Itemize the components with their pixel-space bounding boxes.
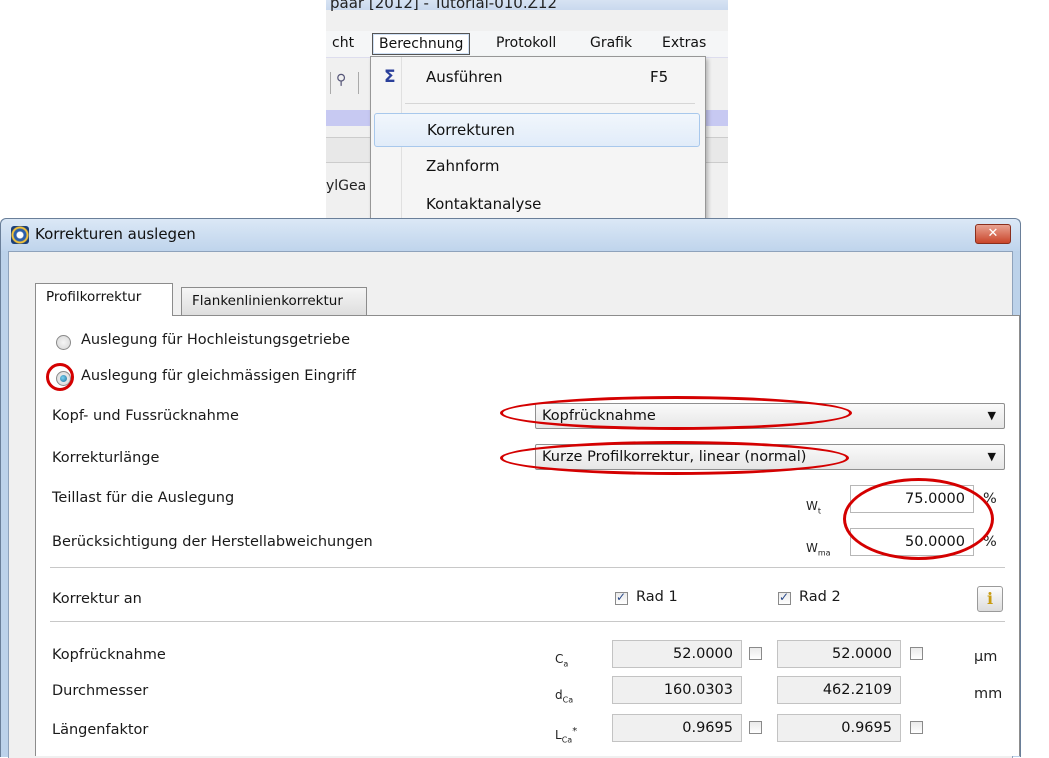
laengenfaktor-rad2-field[interactable]: 0.9695 — [777, 714, 901, 742]
durchmesser-rad1-field[interactable]: 160.0303 — [612, 676, 742, 704]
dialog-titlebar[interactable]: Korrekturen auslegen ✕ — [1, 219, 1020, 251]
menu-bar: cht Berechnung Protokoll Grafik Extras — [326, 31, 728, 58]
durchmesser-symbol-base: d — [555, 688, 563, 702]
kopf-fuss-label: Kopf- und Fussrücknahme — [52, 408, 239, 424]
background-window-title: paar [2012] - Tutorial-010.Z12 — [326, 0, 728, 12]
menu-item-label: Kontaktanalyse — [426, 195, 542, 213]
teillast-label: Teillast für die Auslegung — [52, 490, 235, 506]
rad2-label: Rad 2 — [799, 589, 841, 605]
radio-gleichmaessig[interactable] — [56, 371, 71, 386]
durchmesser-symbol-sub: Ca — [562, 695, 574, 705]
kopfruecknahme-symbol: Ca — [555, 652, 568, 668]
rad2-checkbox[interactable] — [778, 590, 791, 605]
laengenfaktor-rad2-checkbox[interactable] — [910, 721, 923, 734]
radio-hochleistung-label: Auslegung für Hochleistungsgetriebe — [81, 332, 351, 348]
laengenfaktor-symbol-base: L — [555, 728, 562, 742]
durchmesser-label: Durchmesser — [52, 683, 149, 699]
laengenfaktor-symbol: LCa* — [555, 726, 577, 744]
herstell-symbol-base: W — [806, 541, 818, 555]
tree-item[interactable]: ylGea — [326, 178, 366, 194]
herstell-symbol-sub: ma — [817, 548, 831, 558]
menu-item-korrekturen[interactable]: Korrekturen — [374, 113, 700, 147]
teillast-symbol-base: W — [806, 499, 818, 513]
durchmesser-unit: mm — [974, 686, 1003, 702]
menu-berechnung[interactable]: Berechnung — [372, 33, 471, 55]
menu-extras[interactable]: Extras — [656, 33, 712, 53]
rad1-checkbox[interactable] — [615, 590, 628, 605]
laengenfaktor-symbol-sup: * — [572, 726, 578, 737]
radio-gleichmaessig-label: Auslegung für gleichmässigen Eingriff — [81, 368, 356, 384]
teillast-symbol: Wt — [806, 499, 821, 515]
radio-hochleistung[interactable] — [56, 335, 71, 350]
kopfruecknahme-label: Kopfrücknahme — [52, 647, 166, 663]
info-icon[interactable]: i — [977, 586, 1003, 612]
teillast-unit: % — [983, 491, 997, 507]
dialog-title: Korrekturen auslegen — [35, 225, 196, 243]
herstell-symbol: Wma — [806, 541, 831, 557]
app-gear-icon — [11, 226, 29, 244]
section-divider — [50, 567, 1005, 568]
teillast-input[interactable]: 75.0000 — [850, 485, 974, 513]
menu-ansicht[interactable]: cht — [326, 33, 360, 53]
menu-grafik[interactable]: Grafik — [584, 33, 638, 53]
kopfruecknahme-rad2-checkbox[interactable] — [910, 647, 923, 660]
chevron-down-icon: ▼ — [987, 409, 996, 422]
korrekturlaenge-value: Kurze Profilkorrektur, linear (normal) — [542, 449, 807, 465]
menu-item-label: Ausführen — [426, 68, 503, 86]
sigma-icon: Σ — [384, 67, 396, 87]
kopfruecknahme-symbol-sub: a — [563, 659, 569, 669]
laengenfaktor-label: Längenfaktor — [52, 722, 149, 738]
durchmesser-rad2-field[interactable]: 462.2109 — [777, 676, 901, 704]
herstell-label: Berücksichtigung der Herstellabweichunge… — [52, 534, 373, 550]
kopfruecknahme-unit: µm — [974, 649, 998, 665]
menu-item-label: Zahnform — [426, 157, 500, 175]
herstell-input[interactable]: 50.0000 — [850, 528, 974, 556]
toolbar-separator — [330, 72, 331, 94]
chevron-down-icon: ▼ — [987, 450, 996, 463]
close-button[interactable]: ✕ — [975, 224, 1011, 244]
section-divider — [50, 621, 1005, 622]
toolbar-tool-icon[interactable]: ⚲ — [336, 72, 352, 94]
korrektur-an-label: Korrektur an — [52, 591, 142, 607]
kopf-fuss-select[interactable]: Kopfrücknahme ▼ — [535, 403, 1005, 429]
herstell-unit: % — [983, 534, 997, 550]
menu-protokoll[interactable]: Protokoll — [490, 33, 562, 53]
laengenfaktor-rad1-field[interactable]: 0.9695 — [612, 714, 742, 742]
laengenfaktor-symbol-sub: Ca — [561, 735, 573, 745]
laengenfaktor-rad1-checkbox[interactable] — [749, 721, 762, 734]
menu-item-kontaktanalyse[interactable]: Kontaktanalyse — [374, 188, 698, 220]
durchmesser-symbol: dCa — [555, 688, 573, 704]
kopf-fuss-value: Kopfrücknahme — [542, 408, 656, 424]
tab-flankenlinienkorrektur[interactable]: Flankenlinienkorrektur — [181, 287, 367, 315]
kopfruecknahme-rad1-field[interactable]: 52.0000 — [612, 640, 742, 668]
menu-item-zahnform[interactable]: Zahnform — [374, 150, 698, 182]
menu-item-ausfuehren[interactable]: Σ Ausführen F5 — [374, 61, 698, 93]
menu-item-shortcut: F5 — [650, 68, 669, 86]
kopfruecknahme-rad2-field[interactable]: 52.0000 — [777, 640, 901, 668]
toolbar-separator — [358, 72, 359, 94]
korrekturlaenge-label: Korrekturlänge — [52, 450, 160, 466]
teillast-symbol-sub: t — [817, 506, 822, 516]
rad1-label: Rad 1 — [636, 589, 678, 605]
menu-separator — [405, 103, 695, 104]
tab-profilkorrektur[interactable]: Profilkorrektur — [35, 283, 173, 316]
korrekturlaenge-select[interactable]: Kurze Profilkorrektur, linear (normal) ▼ — [535, 444, 1005, 470]
berechnung-dropdown-menu: Σ Ausführen F5 Korrekturen Zahnform Kont… — [370, 56, 706, 224]
menu-item-label: Korrekturen — [427, 121, 515, 139]
kopfruecknahme-rad1-checkbox[interactable] — [749, 647, 762, 660]
